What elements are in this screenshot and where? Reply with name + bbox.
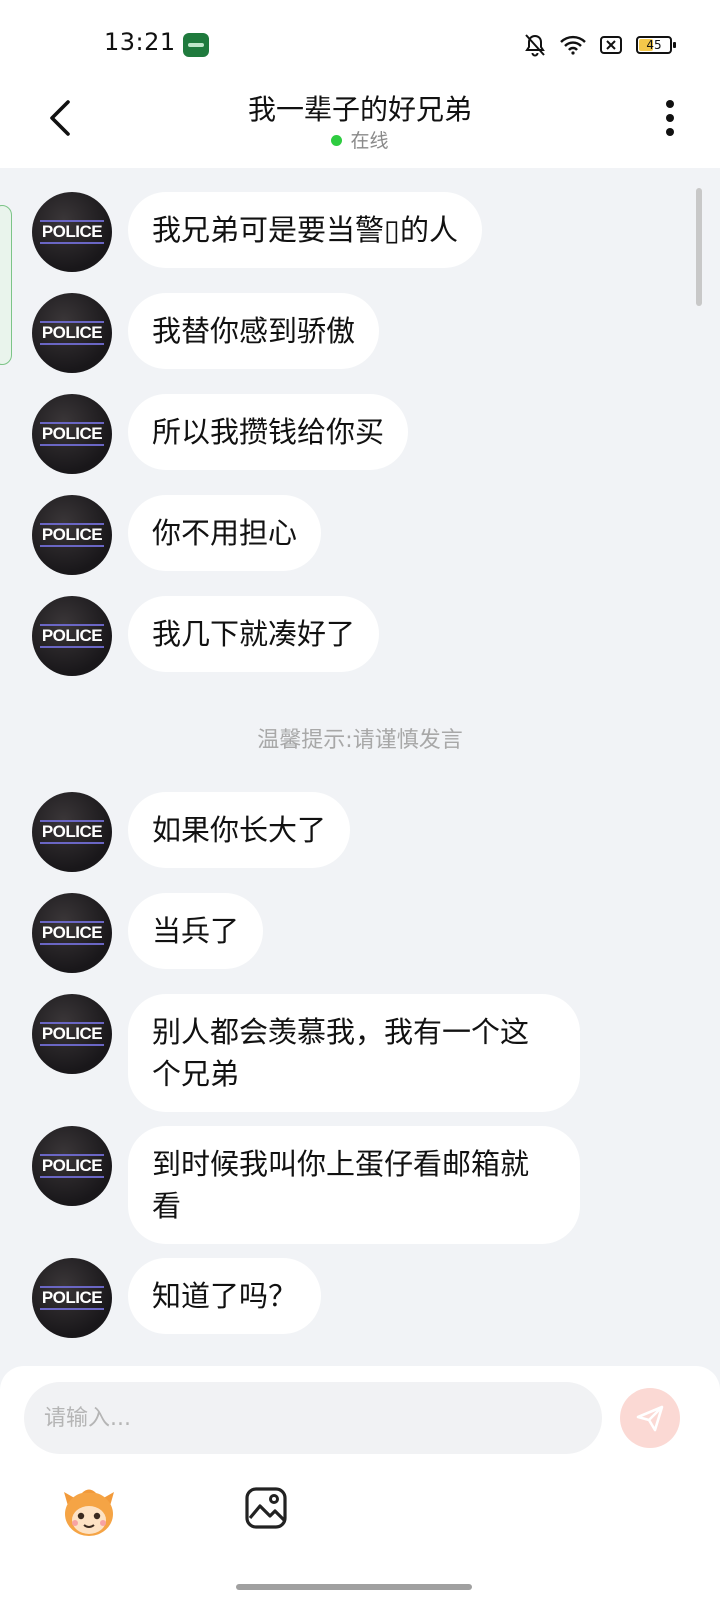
avatar-label: POLICE [39, 523, 105, 547]
sim-icon [600, 36, 622, 54]
message-row: POLICE 我几下就凑好了 [32, 596, 380, 676]
message-row: POLICE 别人都会羡慕我，我有一个这个兄弟 [32, 994, 580, 1112]
chat-header: 我一辈子的好兄弟 在线 [0, 78, 720, 168]
battery-level: 45 [646, 38, 662, 52]
avatar[interactable]: POLICE [32, 994, 112, 1074]
message-row: POLICE 我替你感到骄傲 [32, 293, 380, 373]
message-input[interactable] [24, 1382, 602, 1454]
mascot-icon[interactable] [60, 1484, 118, 1540]
message-row: POLICE 知道了吗？ [32, 1258, 322, 1338]
message-bubble[interactable]: 你不用担心 [128, 495, 322, 571]
status-time: 13:21 [104, 28, 176, 56]
avatar-label: POLICE [39, 422, 105, 446]
battery-icon: 45 [636, 36, 676, 54]
message-row: POLICE 你不用担心 [32, 495, 322, 575]
more-vertical-icon[interactable] [664, 100, 676, 140]
system-hint: 温馨提示:请谨慎发言 [257, 728, 463, 753]
home-indicator[interactable] [236, 1584, 472, 1590]
message-row: POLICE 到时候我叫你上蛋仔看邮箱就看 [32, 1126, 580, 1244]
avatar[interactable]: POLICE [32, 192, 112, 272]
send-button[interactable] [620, 1388, 680, 1448]
avatar-label: POLICE [39, 921, 105, 945]
edge-handle[interactable] [0, 205, 12, 365]
status-bar: 13:21 45 [0, 0, 720, 78]
message-bubble[interactable]: 别人都会羡慕我，我有一个这个兄弟 [128, 994, 580, 1112]
avatar[interactable]: POLICE [32, 293, 112, 373]
avatar[interactable]: POLICE [32, 893, 112, 973]
composer [0, 1366, 720, 1600]
app-notification-icon [183, 33, 209, 57]
avatar-label: POLICE [39, 1154, 105, 1178]
avatar[interactable]: POLICE [32, 1258, 112, 1338]
wifi-icon [560, 35, 586, 55]
image-icon[interactable] [244, 1486, 288, 1530]
avatar-label: POLICE [39, 624, 105, 648]
avatar[interactable]: POLICE [32, 394, 112, 474]
bell-muted-icon [525, 34, 545, 57]
message-row: POLICE 我兄弟可是要当警▯的人 [32, 192, 482, 272]
message-bubble[interactable]: 当兵了 [128, 893, 264, 969]
online-status: 在线 [0, 126, 720, 153]
avatar-label: POLICE [39, 1286, 105, 1310]
avatar[interactable]: POLICE [32, 1126, 112, 1206]
message-bubble[interactable]: 我兄弟可是要当警▯的人 [128, 192, 482, 268]
avatar-label: POLICE [39, 1022, 105, 1046]
chat-title: 我一辈子的好兄弟 [247, 93, 472, 126]
status-icons: 45 [524, 30, 676, 60]
avatar-label: POLICE [39, 321, 105, 345]
message-bubble[interactable]: 所以我攒钱给你买 [128, 394, 409, 470]
message-bubble[interactable]: 我几下就凑好了 [128, 596, 380, 672]
avatar-label: POLICE [39, 220, 105, 244]
message-bubble[interactable]: 我替你感到骄傲 [128, 293, 380, 369]
avatar-label: POLICE [39, 820, 105, 844]
message-row: POLICE 所以我攒钱给你买 [32, 394, 409, 474]
online-dot [331, 135, 343, 146]
message-row: POLICE 如果你长大了 [32, 792, 351, 872]
scrollbar[interactable] [696, 188, 702, 306]
message-row: POLICE 当兵了 [32, 893, 264, 973]
message-bubble[interactable]: 到时候我叫你上蛋仔看邮箱就看 [128, 1126, 580, 1244]
message-bubble[interactable]: 如果你长大了 [128, 792, 351, 868]
online-label: 在线 [350, 130, 389, 152]
avatar[interactable]: POLICE [32, 596, 112, 676]
avatar[interactable]: POLICE [32, 495, 112, 575]
avatar[interactable]: POLICE [32, 792, 112, 872]
message-bubble[interactable]: 知道了吗？ [128, 1258, 322, 1334]
send-icon [636, 1405, 664, 1432]
